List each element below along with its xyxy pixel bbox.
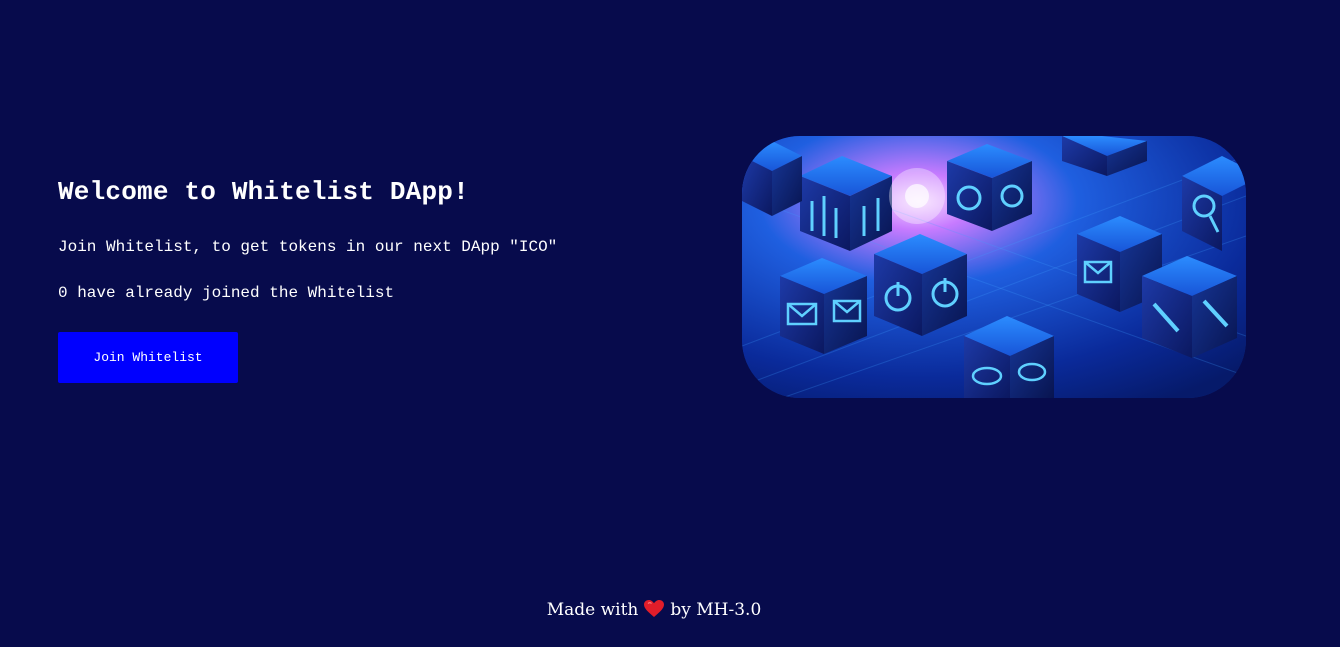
footer-by-author: by MH-3.0 (670, 600, 762, 620)
heart-icon (644, 599, 665, 627)
cube-wrench (1142, 256, 1237, 358)
hero-image (742, 136, 1246, 398)
page-title: Welcome to Whitelist DApp! (58, 177, 469, 207)
cube-gear (947, 144, 1032, 231)
footer: Made with by MH-3.0 (0, 596, 1308, 627)
page: Welcome to Whitelist DApp! Join Whitelis… (0, 0, 1340, 647)
cube-power (874, 234, 967, 336)
whitelist-count: 0 have already joined the Whitelist (58, 284, 395, 302)
hero-text: Welcome to Whitelist DApp! Join Whitelis… (58, 172, 698, 383)
hero-description: Join Whitelist, to get tokens in our nex… (58, 238, 558, 256)
cube-wrench-top-left (742, 141, 802, 216)
footer-made-with: Made with (546, 600, 639, 620)
join-whitelist-button[interactable]: Join Whitelist (58, 332, 238, 383)
cube-mail-left (780, 258, 867, 354)
blockchain-cubes-illustration (742, 136, 1246, 398)
